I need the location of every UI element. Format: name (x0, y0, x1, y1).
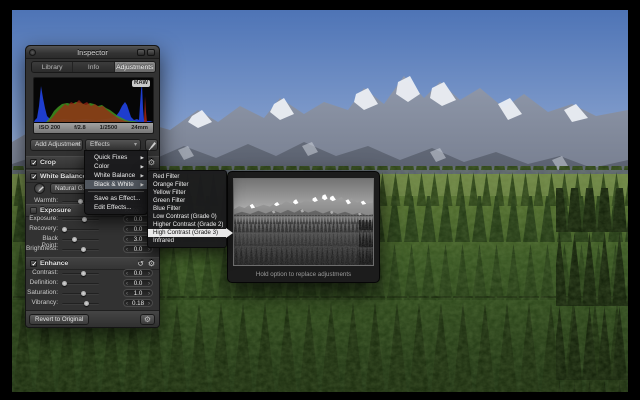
gear-icon (144, 317, 151, 324)
tab-library[interactable]: Library (32, 62, 72, 72)
contrast-value[interactable]: 0.0 (123, 269, 153, 278)
brightness-row-label: Brightness: (26, 245, 58, 252)
slider-thumb[interactable] (81, 291, 86, 296)
definition-value[interactable]: 0.0 (123, 279, 153, 288)
definition-row-label: Definition: (26, 279, 58, 286)
eyedropper-button[interactable] (34, 183, 45, 194)
submenu-item-yellow-filter[interactable]: Yellow Filter (148, 189, 226, 197)
submenu-item-infrared[interactable]: Infrared (148, 237, 226, 245)
vibrancy-value[interactable]: 0.18 (123, 299, 153, 308)
inspector-titlebar[interactable]: Inspector (26, 46, 159, 59)
tab-adjustments[interactable]: Adjustments (115, 62, 155, 72)
white-balance-label: White Balance (40, 173, 86, 180)
recovery-slider[interactable] (62, 229, 99, 231)
submenu-arrow-icon (226, 228, 233, 238)
recovery-row-label: Recovery: (26, 225, 58, 232)
effect-preview-popup: Hold option to replace adjustments (227, 171, 380, 283)
slider-thumb[interactable] (81, 271, 86, 276)
panel-footer: Revert to Original (26, 310, 159, 327)
warmth-label: Warmth: (26, 197, 58, 204)
footer-gear-button[interactable] (140, 314, 155, 325)
vibrancy-row-label: Vibrancy: (26, 299, 58, 306)
inspector-tabs: Library Info Adjustments (31, 61, 156, 73)
brush-icon (148, 141, 157, 151)
slider-thumb[interactable] (72, 237, 77, 242)
focal-value: 24mm (131, 125, 148, 131)
menu-item-edit-effects[interactable]: Edit Effects... (85, 203, 147, 212)
revert-to-original-button[interactable]: Revert to Original (29, 314, 89, 325)
enhance-label: Enhance (40, 260, 68, 267)
black-point-row: Black Point: 3.0 (26, 234, 161, 244)
reset-icon[interactable] (138, 259, 144, 268)
black-and-white-submenu: Red Filter Orange Filter Yellow Filter G… (147, 170, 227, 248)
slider-thumb[interactable] (62, 227, 67, 232)
exposure-row-label: Exposure: (26, 215, 58, 222)
submenu-item-red-filter[interactable]: Red Filter (148, 173, 226, 181)
menu-item-save-as-effect[interactable]: Save as Effect... (85, 194, 147, 203)
submenu-item-green-filter[interactable]: Green Filter (148, 197, 226, 205)
exposure-slider[interactable] (62, 219, 99, 221)
contrast-slider[interactable] (62, 273, 99, 275)
effects-menu: Quick Fixes Color White Balance Black & … (84, 150, 148, 215)
gear-icon[interactable] (148, 259, 155, 268)
exif-strip: ISO 200 f/2.8 1/2500 24mm (33, 123, 154, 134)
enhance-checkbox[interactable] (30, 260, 37, 267)
exposure-checkbox[interactable] (30, 207, 37, 214)
contrast-row: Contrast: 0.0 (26, 268, 161, 278)
definition-row: Definition: 0.0 (26, 278, 161, 288)
iso-value: ISO 200 (39, 125, 60, 131)
histogram: RAW (33, 77, 154, 123)
slider-thumb[interactable] (82, 217, 87, 222)
menu-item-color[interactable]: Color (85, 162, 147, 171)
contrast-row-label: Contrast: (26, 269, 58, 276)
shutter-value: 1/2500 (100, 125, 118, 131)
submenu-item-blue-filter[interactable]: Blue Filter (148, 205, 226, 213)
tab-info[interactable]: Info (73, 62, 113, 72)
brightness-slider[interactable] (62, 249, 99, 251)
menu-item-black-and-white[interactable]: Black & White (85, 180, 147, 189)
slider-thumb[interactable] (81, 247, 86, 252)
bw-landscape-preview (234, 179, 374, 266)
gear-icon[interactable] (148, 158, 155, 167)
white-balance-checkbox[interactable] (30, 173, 37, 180)
saturation-value[interactable]: 1.0 (123, 289, 153, 298)
definition-slider[interactable] (62, 283, 99, 285)
recovery-row: Recovery: 0.0 (26, 224, 161, 234)
submenu-item-low-contrast[interactable]: Low Contrast (Grade 0) (148, 213, 226, 221)
vibrancy-row: Vibrancy: 0.18 (26, 298, 161, 308)
vibrancy-slider[interactable] (62, 303, 99, 305)
exposure-label: Exposure (40, 207, 71, 214)
crop-checkbox[interactable] (30, 159, 37, 166)
submenu-item-orange-filter[interactable]: Orange Filter (148, 181, 226, 189)
slider-thumb[interactable] (62, 281, 67, 286)
menu-item-quick-fixes[interactable]: Quick Fixes (85, 153, 147, 162)
crop-label: Crop (40, 159, 56, 166)
slider-thumb[interactable] (84, 301, 89, 306)
raw-badge: RAW (132, 80, 150, 87)
menu-item-white-balance[interactable]: White Balance (85, 171, 147, 180)
desktop: Inspector Library Info Adjustments RAW I… (0, 0, 640, 400)
saturation-slider[interactable] (62, 293, 99, 295)
submenu-item-label: High Contrast (Grade 3) (153, 229, 218, 236)
effect-preview-thumbnail (233, 178, 374, 266)
titlebar-buttons[interactable] (137, 49, 155, 56)
saturation-row: Saturation: 1.0 (26, 288, 161, 298)
saturation-row-label: Saturation: (26, 289, 58, 296)
aperture-value: f/2.8 (74, 125, 86, 131)
menu-separator (88, 191, 144, 192)
black-point-slider[interactable] (62, 239, 99, 241)
exposure-row: Exposure: 0.0 (26, 214, 161, 224)
brightness-row: Brightness: 0.0 (26, 244, 161, 254)
preview-caption: Hold option to replace adjustments (228, 271, 379, 278)
submenu-item-high-contrast[interactable]: High Contrast (Grade 3) (148, 229, 226, 237)
eyedropper-icon (36, 185, 45, 194)
add-adjustment-dropdown[interactable]: Add Adjustment (30, 139, 83, 151)
submenu-item-higher-contrast[interactable]: Higher Contrast (Grade 2) (148, 221, 226, 229)
